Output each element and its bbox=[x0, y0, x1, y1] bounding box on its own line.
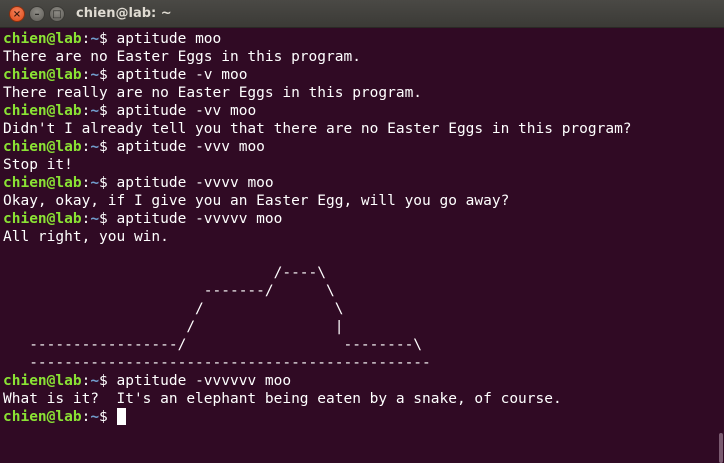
text-cursor bbox=[116, 408, 126, 425]
prompt-separator: : bbox=[81, 31, 91, 47]
output-line: All right, you win. bbox=[3, 229, 169, 245]
command-line: chien@lab:~$ aptitude -vvv moo bbox=[3, 138, 718, 156]
output-line: Didn't I already tell you that there are… bbox=[3, 121, 632, 137]
command-text: aptitude -v moo bbox=[107, 67, 248, 83]
prompt-path: ~ bbox=[90, 67, 100, 83]
prompt-symbol: $ bbox=[99, 103, 108, 119]
command-line: chien@lab:~$ aptitude -vv moo bbox=[3, 102, 718, 120]
prompt-separator: : bbox=[81, 211, 91, 227]
command-text bbox=[108, 409, 117, 425]
prompt-symbol: $ bbox=[99, 211, 108, 227]
prompt-user: chien@lab bbox=[3, 175, 82, 191]
prompt-user: chien@lab bbox=[3, 31, 82, 47]
prompt-path: ~ bbox=[90, 31, 100, 47]
prompt-user: chien@lab bbox=[3, 211, 82, 227]
output-line: / \ bbox=[3, 301, 344, 317]
prompt-symbol: $ bbox=[99, 31, 108, 47]
title-bar[interactable]: × – □ chien@lab: ~ bbox=[0, 0, 724, 28]
scrollbar[interactable] bbox=[718, 28, 724, 463]
command-text: aptitude -vvvvvv moo bbox=[107, 373, 292, 389]
output-line: There really are no Easter Eggs in this … bbox=[3, 85, 423, 101]
terminal-output[interactable]: chien@lab:~$ aptitude moo There are no Ea… bbox=[0, 28, 718, 463]
prompt-separator: : bbox=[81, 103, 91, 119]
scrollbar-thumb[interactable] bbox=[719, 433, 723, 463]
command-line: chien@lab:~$ aptitude moo bbox=[3, 30, 718, 48]
prompt-user: chien@lab bbox=[3, 67, 82, 83]
command-line: chien@lab:~$ aptitude -vvvv moo bbox=[3, 174, 718, 192]
command-text: aptitude -vvvvv moo bbox=[107, 211, 283, 227]
command-text: aptitude moo bbox=[107, 31, 222, 47]
output-line: /----\ bbox=[3, 265, 327, 281]
command-line: chien@lab:~$ aptitude -vvvvv moo bbox=[3, 210, 718, 228]
prompt-path: ~ bbox=[90, 211, 100, 227]
prompt-user: chien@lab bbox=[3, 139, 82, 155]
prompt-path: ~ bbox=[90, 409, 100, 425]
command-text: aptitude -vv moo bbox=[107, 103, 257, 119]
maximize-button[interactable]: □ bbox=[49, 6, 65, 22]
prompt-path: ~ bbox=[90, 103, 100, 119]
window-title: chien@lab: ~ bbox=[76, 6, 172, 21]
output-line: There are no Easter Eggs in this program… bbox=[3, 49, 361, 65]
prompt-user: chien@lab bbox=[3, 409, 82, 425]
prompt-symbol: $ bbox=[99, 67, 108, 83]
prompt-user: chien@lab bbox=[3, 373, 82, 389]
prompt-path: ~ bbox=[90, 175, 100, 191]
output-line: What is it? It's an elephant being eaten… bbox=[3, 391, 562, 407]
output-line: Okay, okay, if I give you an Easter Egg,… bbox=[3, 193, 510, 209]
command-line: chien@lab:~$ aptitude -vvvvvv moo bbox=[3, 372, 718, 390]
prompt-symbol: $ bbox=[99, 139, 108, 155]
command-line: chien@lab:~$ bbox=[3, 408, 718, 426]
close-button[interactable]: × bbox=[9, 6, 25, 22]
prompt-separator: : bbox=[81, 175, 91, 191]
prompt-separator: : bbox=[81, 67, 91, 83]
maximize-icon: □ bbox=[52, 9, 62, 20]
prompt-user: chien@lab bbox=[3, 103, 82, 119]
output-line: -----------------/ --------\ bbox=[3, 337, 423, 353]
output-line: Stop it! bbox=[3, 157, 73, 173]
prompt-symbol: $ bbox=[99, 175, 108, 191]
prompt-path: ~ bbox=[90, 139, 100, 155]
prompt-separator: : bbox=[81, 373, 91, 389]
minimize-button[interactable]: – bbox=[29, 6, 45, 22]
prompt-separator: : bbox=[81, 409, 91, 425]
output-line: -------/ \ bbox=[3, 283, 335, 299]
terminal-window: × – □ chien@lab: ~ chien@lab:~$ aptitude… bbox=[0, 0, 724, 463]
command-text: aptitude -vvv moo bbox=[107, 139, 265, 155]
prompt-path: ~ bbox=[90, 373, 100, 389]
command-line: chien@lab:~$ aptitude -v moo bbox=[3, 66, 718, 84]
prompt-separator: : bbox=[81, 139, 91, 155]
close-icon: × bbox=[12, 9, 22, 20]
output-line: / | bbox=[3, 319, 344, 335]
command-text: aptitude -vvvv moo bbox=[107, 175, 274, 191]
minimize-icon: – bbox=[34, 9, 40, 20]
prompt-symbol: $ bbox=[99, 373, 108, 389]
prompt-symbol: $ bbox=[99, 409, 108, 425]
output-line: ----------------------------------------… bbox=[3, 355, 431, 371]
